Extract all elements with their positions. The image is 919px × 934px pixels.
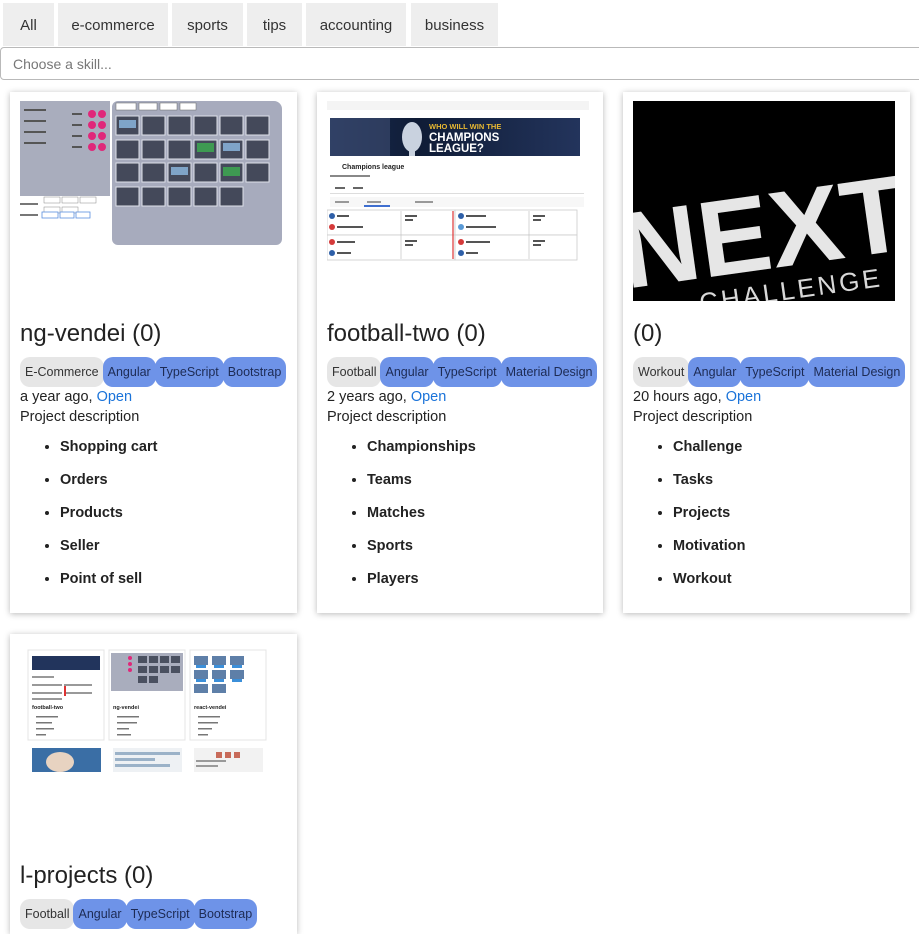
project-meta: a year ago, Open	[20, 389, 132, 405]
feature-item: Tasks	[673, 470, 746, 503]
feature-item: Seller	[60, 536, 157, 569]
skill-search-input[interactable]	[0, 47, 919, 80]
project-thumbnail[interactable]: NEXT CHALLENGE	[633, 101, 895, 301]
open-project-link[interactable]: Open	[97, 389, 132, 405]
project-meta: 20 hours ago, Open	[633, 389, 761, 405]
project-thumbnail[interactable]	[20, 101, 282, 301]
filter-business-button[interactable]: business	[411, 3, 498, 46]
project-time: 2 years ago,	[327, 389, 407, 405]
l-projects-screenshot-image: football-two ng-vendei react-vendei	[20, 642, 282, 842]
project-tags: Football Angular TypeScript Material Design	[327, 357, 598, 387]
project-card-next-challenge: NEXT CHALLENGE (0) Workout Angular TypeScr…	[623, 92, 910, 613]
mini-card-label: football-two	[32, 705, 64, 711]
tech-tag: TypeScript	[125, 899, 195, 929]
mini-card-label: react-vendei	[194, 705, 227, 711]
football-two-screenshot-image: WHO WILL WIN THE CHAMPIONS LEAGUE? Champ…	[327, 101, 589, 301]
category-tag: Workout	[633, 357, 690, 387]
open-project-link[interactable]: Open	[726, 389, 761, 405]
feature-list: Shopping cart Orders Products Seller Poi…	[20, 437, 157, 602]
tech-tag: Angular	[688, 357, 742, 387]
filter-accounting-button[interactable]: accounting	[306, 3, 406, 46]
filter-all-button[interactable]: All	[3, 3, 54, 46]
tech-tag: TypeScript	[432, 357, 502, 387]
project-card-l-projects: football-two ng-vendei react-vendei l-pr…	[10, 634, 297, 934]
tech-tag: Material Design	[500, 357, 598, 387]
tech-tag: Bootstrap	[193, 899, 258, 929]
feature-item: Teams	[367, 470, 476, 503]
project-card-ng-vendei: ng-vendei (0) E-Commerce Angular TypeScrip…	[10, 92, 297, 613]
feature-item: Championships	[367, 437, 476, 470]
tech-tag: TypeScript	[740, 357, 810, 387]
category-tag: Football	[20, 899, 75, 929]
feature-list: Challenge Tasks Projects Motivation Work…	[633, 437, 746, 602]
feature-item: Projects	[673, 503, 746, 536]
filter-ecommerce-button[interactable]: e-commerce	[58, 3, 168, 46]
filter-tips-button[interactable]: tips	[247, 3, 302, 46]
mini-card-label: ng-vendei	[113, 705, 139, 711]
feature-item: Shopping cart	[60, 437, 157, 470]
project-meta: 2 years ago, Open	[327, 389, 446, 405]
filter-sports-button[interactable]: sports	[172, 3, 243, 46]
feature-item: Orders	[60, 470, 157, 503]
next-challenge-logo-image: NEXT CHALLENGE	[633, 101, 895, 301]
feature-item: Challenge	[673, 437, 746, 470]
tech-tag: Angular	[102, 357, 156, 387]
project-title: football-two (0)	[327, 320, 486, 347]
project-thumbnail[interactable]: WHO WILL WIN THE CHAMPIONS LEAGUE? Champ…	[327, 101, 589, 301]
tech-tag: Material Design	[808, 357, 906, 387]
feature-item: Workout	[673, 569, 746, 602]
feature-item: Point of sell	[60, 569, 157, 602]
feature-item: Players	[367, 569, 476, 602]
project-title: (0)	[633, 320, 663, 347]
project-time: 20 hours ago,	[633, 389, 722, 405]
open-project-link[interactable]: Open	[411, 389, 446, 405]
category-tag: Football	[327, 357, 382, 387]
banner-line3: LEAGUE?	[429, 143, 484, 155]
project-description: Project description	[633, 409, 753, 425]
project-tags: E-Commerce Angular TypeScript Bootstrap	[20, 357, 287, 387]
project-thumbnail[interactable]: football-two ng-vendei react-vendei	[20, 642, 282, 842]
tech-tag: Bootstrap	[222, 357, 287, 387]
feature-item: Matches	[367, 503, 476, 536]
tech-tag: TypeScript	[154, 357, 224, 387]
project-title: l-projects (0)	[20, 862, 154, 889]
feature-item: Motivation	[673, 536, 746, 569]
project-title: ng-vendei (0)	[20, 320, 162, 347]
feature-item: Sports	[367, 536, 476, 569]
feature-list: Championships Teams Matches Sports Playe…	[327, 437, 476, 602]
project-description: Project description	[20, 409, 140, 425]
project-tags: Football Angular TypeScript Bootstrap	[20, 899, 258, 929]
tech-tag: Angular	[380, 357, 434, 387]
feature-item: Products	[60, 503, 157, 536]
category-tag: E-Commerce	[20, 357, 104, 387]
project-time: a year ago,	[20, 389, 93, 405]
project-description: Project description	[327, 409, 447, 425]
ng-vendei-screenshot-image	[20, 101, 282, 301]
tech-tag: Angular	[73, 899, 127, 929]
project-card-football-two: WHO WILL WIN THE CHAMPIONS LEAGUE? Champ…	[317, 92, 603, 613]
project-tags: Workout Angular TypeScript Material Design	[633, 357, 906, 387]
thumbnail-heading: Champions league	[342, 164, 404, 171]
banner-line1: WHO WILL WIN THE	[429, 122, 501, 131]
